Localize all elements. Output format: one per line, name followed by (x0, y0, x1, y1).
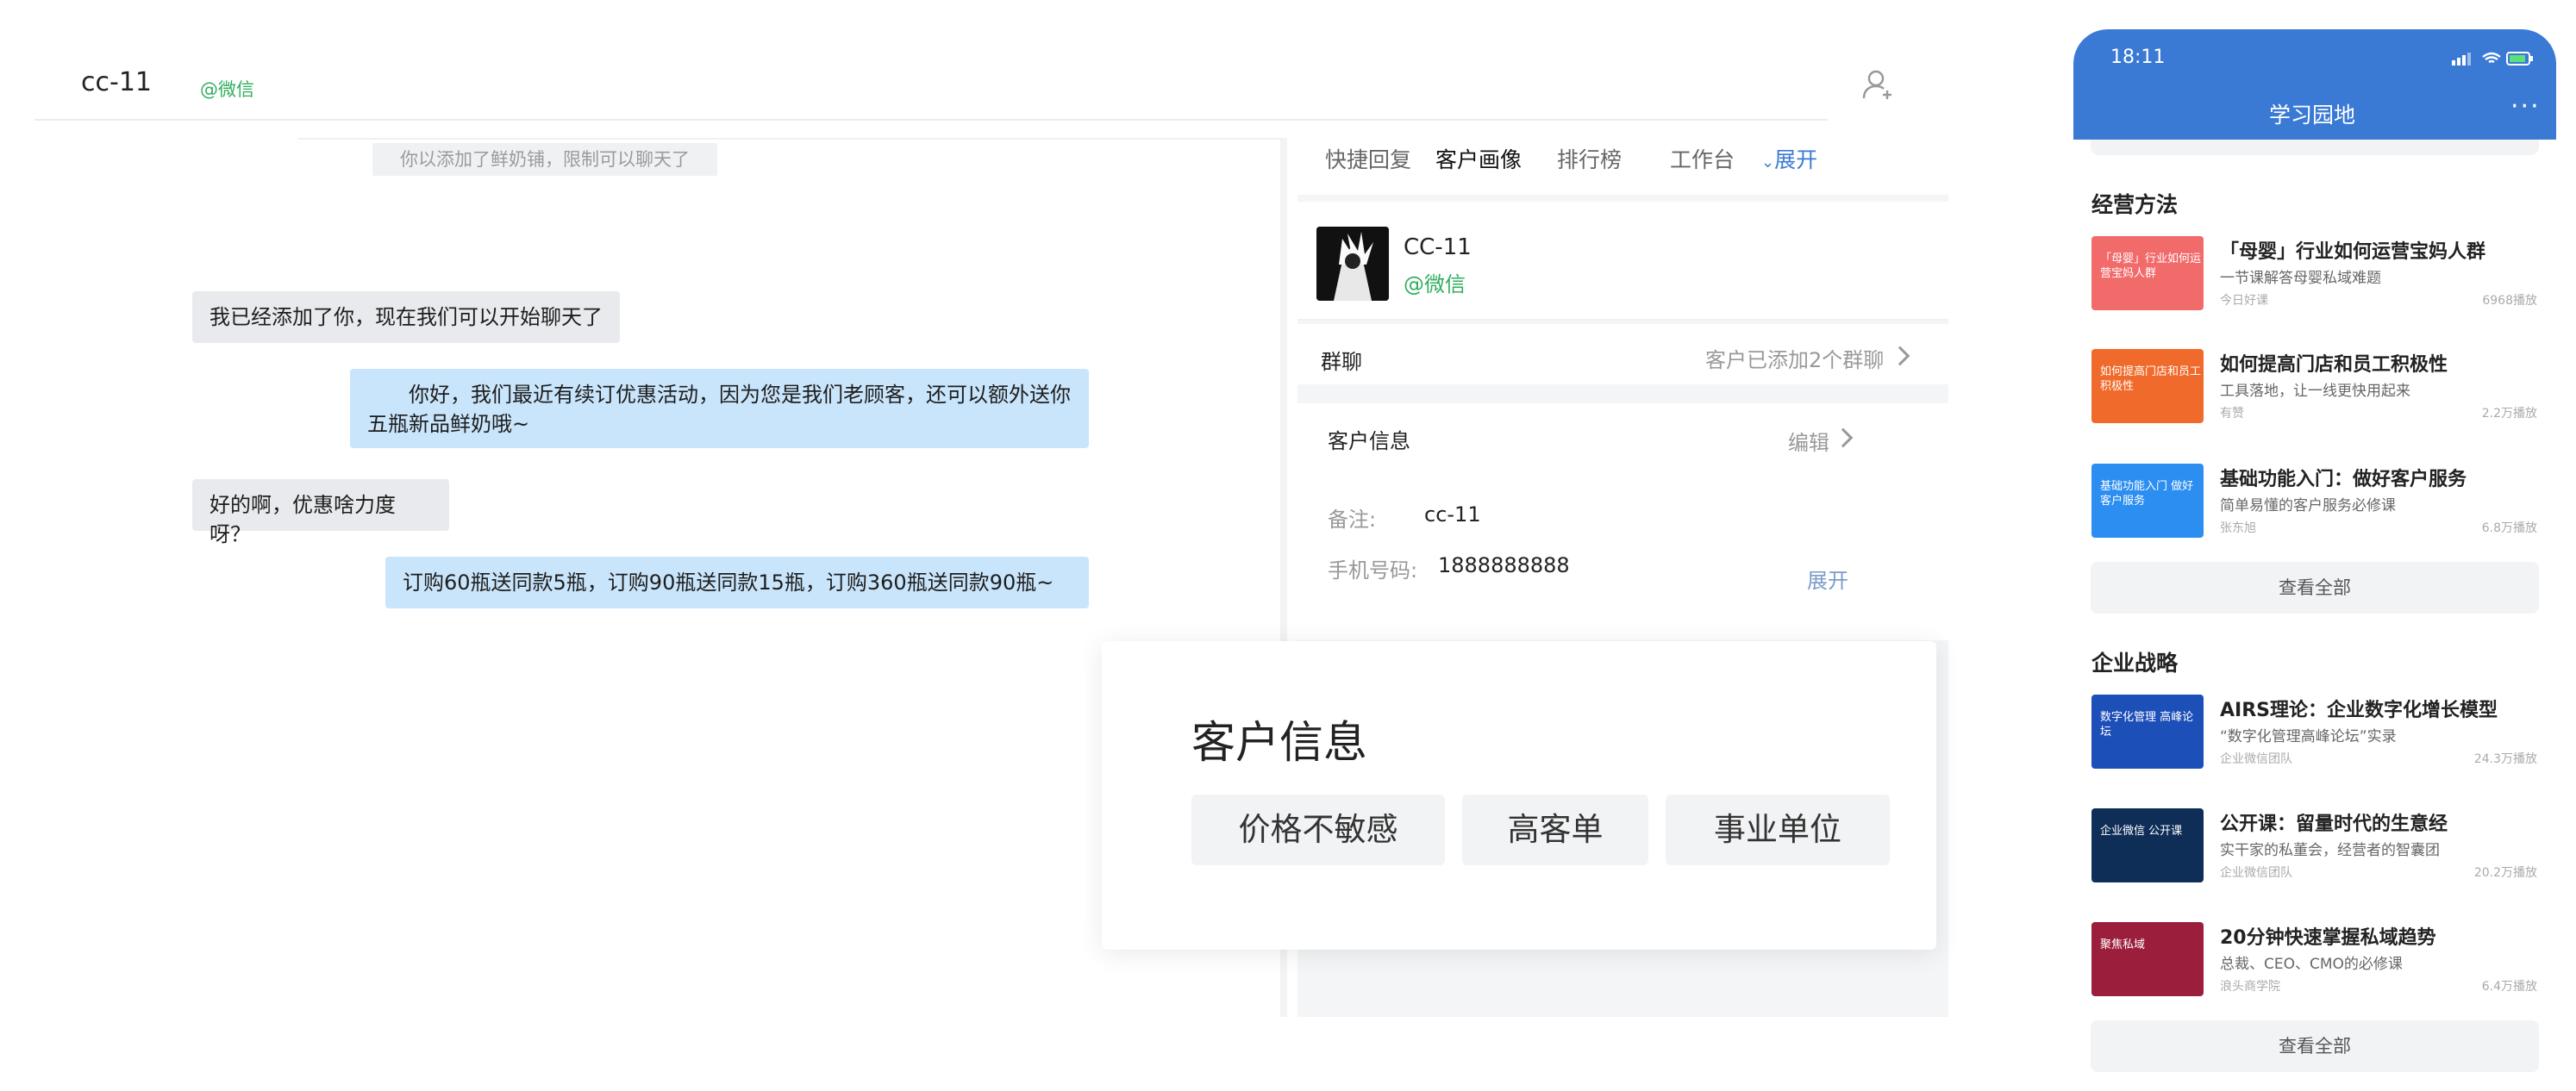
view-all-button[interactable]: 查看全部 (2091, 562, 2539, 614)
phone-value: 1888888888 (1438, 553, 1570, 577)
course-plays: 6.8万播放 (2481, 521, 2537, 535)
tab-quick-reply[interactable]: 快捷回复 (1325, 143, 1411, 174)
course-subtitle: 工具落地，让一线更快用起来 (2220, 383, 2410, 400)
customer-info-title: 客户信息 (1328, 429, 1410, 453)
course-title[interactable]: 基础功能入门：做好客户服务 (2220, 464, 2467, 491)
tab-workbench[interactable]: 工作台 (1670, 143, 1735, 174)
profile-card (1297, 202, 1948, 321)
tag-high-value[interactable]: 高客单 (1462, 795, 1648, 865)
system-message: 你以添加了鲜奶铺，限制可以聊天了 (372, 143, 717, 176)
course-plays: 24.3万播放 (2473, 752, 2537, 766)
chat-header: cc-11 @微信 (34, 52, 1828, 121)
course-subtitle: “数字化管理高峰论坛”实录 (2220, 728, 2397, 745)
tab-customer-profile[interactable]: 客户画像 (1435, 143, 1522, 174)
profile-name: CC-11 (1404, 234, 1472, 260)
course-plays: 6968播放 (2482, 294, 2537, 308)
section-title: 经营方法 (2091, 192, 2179, 217)
chevron-down-icon: ⌄ (1761, 153, 1775, 171)
course-subtitle: 简单易懂的客户服务必修课 (2220, 497, 2396, 514)
course-title[interactable]: AIRS理论：企业数字化增长模型 (2220, 695, 2498, 722)
section-title: 企业战略 (2091, 651, 2179, 676)
course-title[interactable]: 公开课：留量时代的生意经 (2220, 808, 2448, 836)
course-thumbnail[interactable]: 基础功能入门 做好客户服务 (2091, 464, 2204, 538)
course-subtitle: 总裁、CEO、CMO的必修课 (2220, 956, 2403, 973)
chat-contact-source: @微信 (200, 79, 254, 100)
message-received[interactable]: 我已经添加了你，现在我们可以开始聊天了 (192, 291, 620, 343)
avatar-image-icon (1316, 227, 1389, 301)
course-plays: 20.2万播放 (2473, 866, 2537, 880)
course-thumbnail[interactable]: 「母婴」行业如何运营宝妈人群 (2091, 236, 2204, 310)
course-thumbnail[interactable]: 聚焦私域 (2091, 922, 2204, 996)
course-title[interactable]: 20分钟快速掌握私域趋势 (2220, 922, 2436, 950)
expand-info-button[interactable]: 展开 (1807, 564, 1848, 594)
message-received[interactable]: 好的啊，优惠啥力度呀？ (192, 479, 449, 546)
course-author: 有赞 (2220, 407, 2244, 421)
edit-customer-info-button[interactable]: 编辑 (1788, 426, 1829, 456)
more-options-icon[interactable]: ··· (2510, 91, 2541, 122)
remark-label: 备注: (1328, 508, 1377, 532)
status-bar-icons (2452, 52, 2533, 65)
course-author: 企业微信团队 (2220, 866, 2292, 880)
avatar[interactable] (1316, 227, 1389, 301)
group-chat-label: 群聊 (1321, 350, 1362, 374)
course-title[interactable]: 「母婴」行业如何运营宝妈人群 (2220, 236, 2485, 264)
course-author: 今日好课 (2220, 294, 2268, 308)
add-contact-icon[interactable] (1860, 67, 1895, 102)
view-all-button[interactable]: 查看全部 (2091, 1020, 2539, 1072)
tag-price-insensitive[interactable]: 价格不敏感 (1191, 795, 1445, 865)
phone-banner-strip (2091, 140, 2539, 155)
phone-label: 手机号码: (1328, 558, 1418, 583)
course-thumbnail[interactable]: 如何提高门店和员工积极性 (2091, 349, 2204, 423)
course-author: 张东旭 (2220, 521, 2256, 535)
phone-page-title: 学习园地 (2269, 103, 2356, 128)
tab-leaderboard[interactable]: 排行榜 (1557, 143, 1622, 174)
group-chat-value: 客户已添加2个群聊 (1705, 348, 1885, 372)
remark-value: cc-11 (1424, 502, 1481, 527)
message-sent[interactable]: 订购60瓶送同款5瓶，订购90瓶送同款15瓶，订购360瓶送同款90瓶~ (385, 557, 1089, 608)
tag-card-title: 客户信息 (1191, 718, 1368, 769)
course-author: 企业微信团队 (2220, 752, 2292, 766)
expand-tabs-label: 展开 (1774, 147, 1818, 172)
course-plays: 6.4万播放 (2481, 980, 2537, 994)
course-title[interactable]: 如何提高门店和员工积极性 (2220, 349, 2448, 377)
course-author: 浪头商学院 (2220, 980, 2280, 994)
profile-source: @微信 (1404, 272, 1466, 296)
message-sent[interactable]: 你好，我们最近有续订优惠活动，因为您是我们老顾客，还可以额外送你五瓶新品鲜奶哦~ (350, 369, 1089, 448)
phone-status-time: 18:11 (2110, 47, 2166, 68)
tag-public-institution[interactable]: 事业单位 (1666, 795, 1890, 865)
course-thumbnail[interactable]: 企业微信 公开课 (2091, 808, 2204, 882)
course-subtitle: 一节课解答母婴私域难题 (2220, 270, 2381, 287)
course-thumbnail[interactable]: 数字化管理 高峰论坛 (2091, 695, 2204, 769)
expand-tabs-button[interactable]: ⌄展开 (1761, 143, 1817, 174)
course-plays: 2.2万播放 (2481, 407, 2537, 421)
chat-contact-name: cc-11 (81, 67, 152, 97)
course-subtitle: 实干家的私董会，经营者的智囊团 (2220, 842, 2440, 859)
